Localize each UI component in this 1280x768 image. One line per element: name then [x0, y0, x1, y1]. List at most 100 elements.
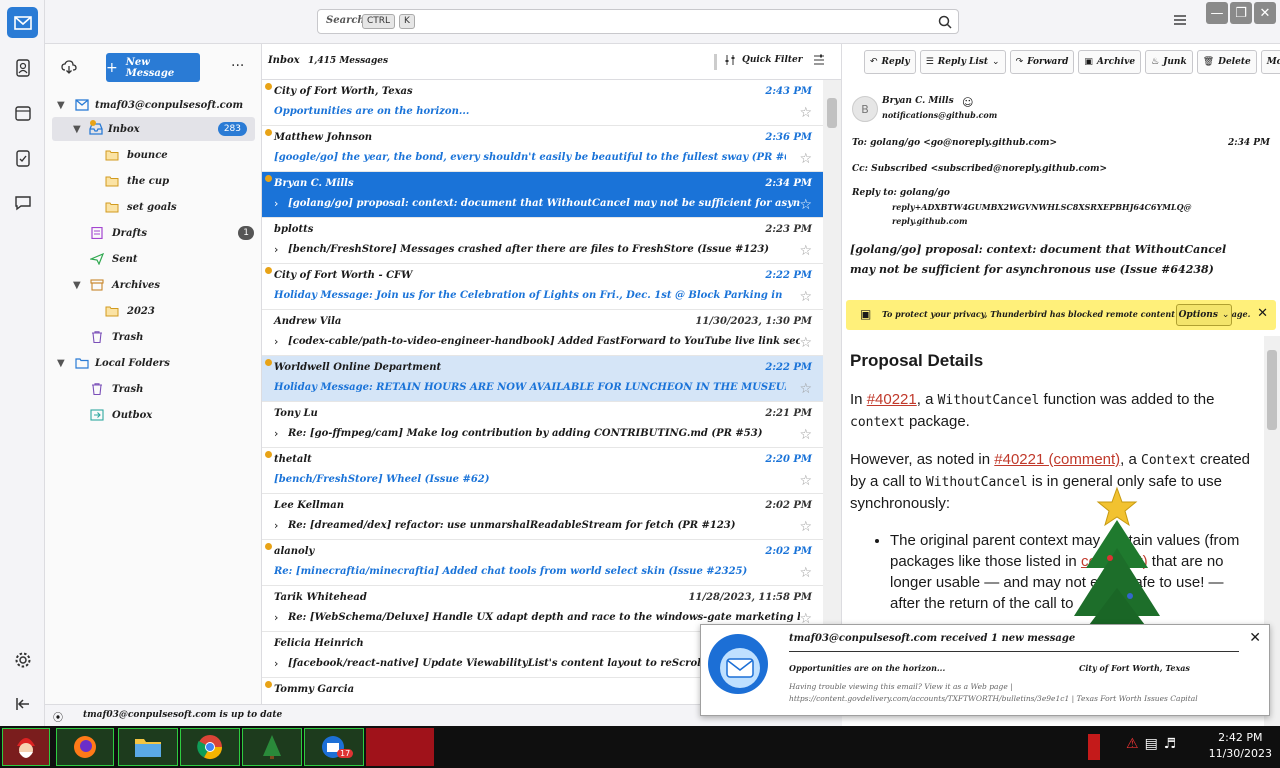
- get-messages-button[interactable]: [61, 60, 77, 77]
- comment-link[interactable]: #40221 (comment): [994, 451, 1120, 468]
- network-icon[interactable]: ▤: [1145, 736, 1158, 752]
- close-window-button[interactable]: ✕: [1254, 2, 1276, 24]
- folder-trash[interactable]: Trash: [45, 325, 262, 349]
- folder-archives[interactable]: ▼ Archives: [45, 273, 262, 297]
- chevron-down-icon[interactable]: ⌄: [992, 57, 1000, 67]
- star-icon[interactable]: ☆: [799, 151, 812, 167]
- to-line[interactable]: To: golang/go <go@noreply.github.com>: [852, 138, 1057, 148]
- unread-dot[interactable]: [265, 451, 272, 458]
- minimize-button[interactable]: —: [1206, 2, 1228, 24]
- taskbar-firefox[interactable]: [56, 728, 114, 766]
- folder-the-cup[interactable]: the cup: [45, 169, 262, 193]
- new-mail-notification[interactable]: tmaf03@conpulsesoft.com received 1 new m…: [700, 624, 1270, 716]
- message-row[interactable]: bplotts 2:23 PM › [bench/FreshStore] Messag…: [262, 218, 824, 264]
- unread-dot[interactable]: [265, 175, 272, 182]
- message-row[interactable]: Matthew Johnson 2:36 PM [google/go] the ye…: [262, 126, 824, 172]
- star-icon[interactable]: ☆: [799, 565, 812, 581]
- volume-icon[interactable]: ♬: [1164, 736, 1177, 752]
- message-row[interactable]: alanoly 2:02 PM Re: [minecraftia/minecraft…: [262, 540, 824, 586]
- taskbar-app-red[interactable]: [366, 728, 434, 766]
- quick-filter-button[interactable]: Quick Filter: [724, 54, 803, 69]
- folder-pane-menu-button[interactable]: ···: [231, 58, 244, 74]
- account-row[interactable]: ▼ tmaf03@conpulsesoft.com: [45, 93, 262, 117]
- close-icon[interactable]: ✕: [1249, 630, 1261, 646]
- message-list-scrollbar[interactable]: [823, 80, 841, 704]
- message-row[interactable]: City of Fort Worth - CFW 2:22 PM Holiday M…: [262, 264, 824, 310]
- reply-to-address[interactable]: reply+ADXBTW4GUMBX2WGVNWHLSC8XSRXEPBHJ64…: [892, 202, 1192, 212]
- search-icon[interactable]: [938, 15, 952, 29]
- unread-dot[interactable]: [265, 129, 272, 136]
- start-button[interactable]: [2, 728, 50, 766]
- tasks-button[interactable]: [7, 142, 38, 173]
- junk-button[interactable]: ♨ Junk: [1145, 50, 1193, 74]
- thread-toggle-icon[interactable]: ›: [274, 197, 278, 210]
- folder-sent[interactable]: Sent: [45, 247, 262, 271]
- reply-to-line[interactable]: Reply to: golang/go: [852, 188, 950, 198]
- global-search[interactable]: Search... CTRL K: [317, 9, 959, 34]
- archive-button[interactable]: ▣ Archive: [1078, 50, 1142, 74]
- star-icon[interactable]: ☆: [799, 519, 812, 535]
- message-row[interactable]: Bryan C. Mills 2:34 PM › [golang/go] propos…: [262, 172, 824, 218]
- star-icon[interactable]: ☆: [799, 473, 812, 489]
- message-row[interactable]: thetalt 2:20 PM [bench/FreshStore] Wheel (…: [262, 448, 824, 494]
- thread-toggle-icon[interactable]: ›: [274, 611, 278, 624]
- thread-toggle-icon[interactable]: ›: [274, 335, 278, 348]
- folder-archive-year[interactable]: 2023: [45, 299, 262, 323]
- from-email[interactable]: notifications@github.com: [882, 110, 997, 120]
- folder-local-trash[interactable]: Trash: [45, 377, 262, 401]
- scroll-thumb[interactable]: [1267, 350, 1277, 430]
- more-button[interactable]: More⌄: [1260, 50, 1280, 74]
- reply-to-domain[interactable]: reply.github.com: [892, 216, 967, 226]
- system-tray[interactable]: ⚠ ▤ ♬: [1126, 736, 1176, 752]
- taskbar-thunderbird[interactable]: 17: [304, 728, 364, 766]
- unread-dot[interactable]: [265, 543, 272, 550]
- mail-space-button[interactable]: [7, 7, 38, 38]
- app-menu-button[interactable]: [1173, 14, 1187, 29]
- calendar-button[interactable]: [7, 97, 38, 128]
- star-icon[interactable]: ☆: [799, 381, 812, 397]
- contact-icon[interactable]: ☺: [962, 96, 973, 109]
- issue-link[interactable]: #40221: [867, 391, 917, 408]
- message-row[interactable]: Worldwell Online Department 2:22 PM Holida…: [262, 356, 824, 402]
- unread-dot[interactable]: [265, 267, 272, 274]
- thread-toggle-icon[interactable]: ›: [274, 657, 278, 670]
- address-book-button[interactable]: [7, 52, 38, 83]
- list-display-options-button[interactable]: [813, 54, 825, 69]
- unread-dot[interactable]: [265, 359, 272, 366]
- from-name[interactable]: Bryan C. Mills: [882, 96, 954, 106]
- chat-button[interactable]: [7, 187, 38, 218]
- online-status-icon[interactable]: ⦿: [53, 709, 63, 724]
- message-row[interactable]: Lee Kellman 2:02 PM › Re: [dreamed/dex] ref…: [262, 494, 824, 540]
- folder-set-goals[interactable]: set goals: [45, 195, 262, 219]
- reply-list-button[interactable]: ☰ Reply List ⌄: [919, 50, 1006, 74]
- clock[interactable]: 2:42 PM 11/30/2023: [1209, 730, 1272, 762]
- taskbar-file-explorer[interactable]: [118, 728, 178, 766]
- local-folders-row[interactable]: ▼ Local Folders: [45, 351, 262, 375]
- taskbar-chrome[interactable]: [180, 728, 240, 766]
- delete-button[interactable]: 🗑 Delete: [1196, 50, 1257, 74]
- thread-toggle-icon[interactable]: ›: [274, 427, 278, 440]
- star-icon[interactable]: ☆: [799, 427, 812, 443]
- remote-content-options-button[interactable]: Options ⌄: [1176, 304, 1232, 326]
- star-icon[interactable]: ☆: [799, 335, 812, 351]
- star-icon[interactable]: ☆: [799, 197, 812, 213]
- new-message-button[interactable]: + New Message: [106, 53, 200, 82]
- taskbar-tree-app[interactable]: [242, 728, 302, 766]
- scroll-thumb[interactable]: [827, 98, 837, 128]
- message-row[interactable]: Andrew Vila 11/30/2023, 1:30 PM › [codex-ca…: [262, 310, 824, 356]
- message-row[interactable]: Tony Lu 2:21 PM › Re: [go-ffmpeg/cam] Make …: [262, 402, 824, 448]
- message-row[interactable]: City of Fort Worth, Texas 2:43 PM Opportun…: [262, 80, 824, 126]
- folder-inbox[interactable]: ▼ Inbox 283: [52, 117, 255, 141]
- star-icon[interactable]: ☆: [799, 243, 812, 259]
- close-icon[interactable]: ✕: [1257, 306, 1268, 321]
- star-icon[interactable]: ☆: [799, 105, 812, 121]
- maximize-button[interactable]: ❐: [1230, 2, 1252, 24]
- folder-bounce[interactable]: bounce: [45, 143, 262, 167]
- folder-outbox[interactable]: Outbox: [45, 403, 262, 427]
- thread-toggle-icon[interactable]: ›: [274, 519, 278, 532]
- cc-line[interactable]: Cc: Subscribed <subscribed@noreply.githu…: [852, 164, 1107, 174]
- unread-dot[interactable]: [265, 681, 272, 688]
- collapse-spaces-button[interactable]: [7, 688, 38, 719]
- security-alert-icon[interactable]: ⚠: [1126, 736, 1139, 752]
- forward-button[interactable]: ↷ Forward: [1009, 50, 1075, 74]
